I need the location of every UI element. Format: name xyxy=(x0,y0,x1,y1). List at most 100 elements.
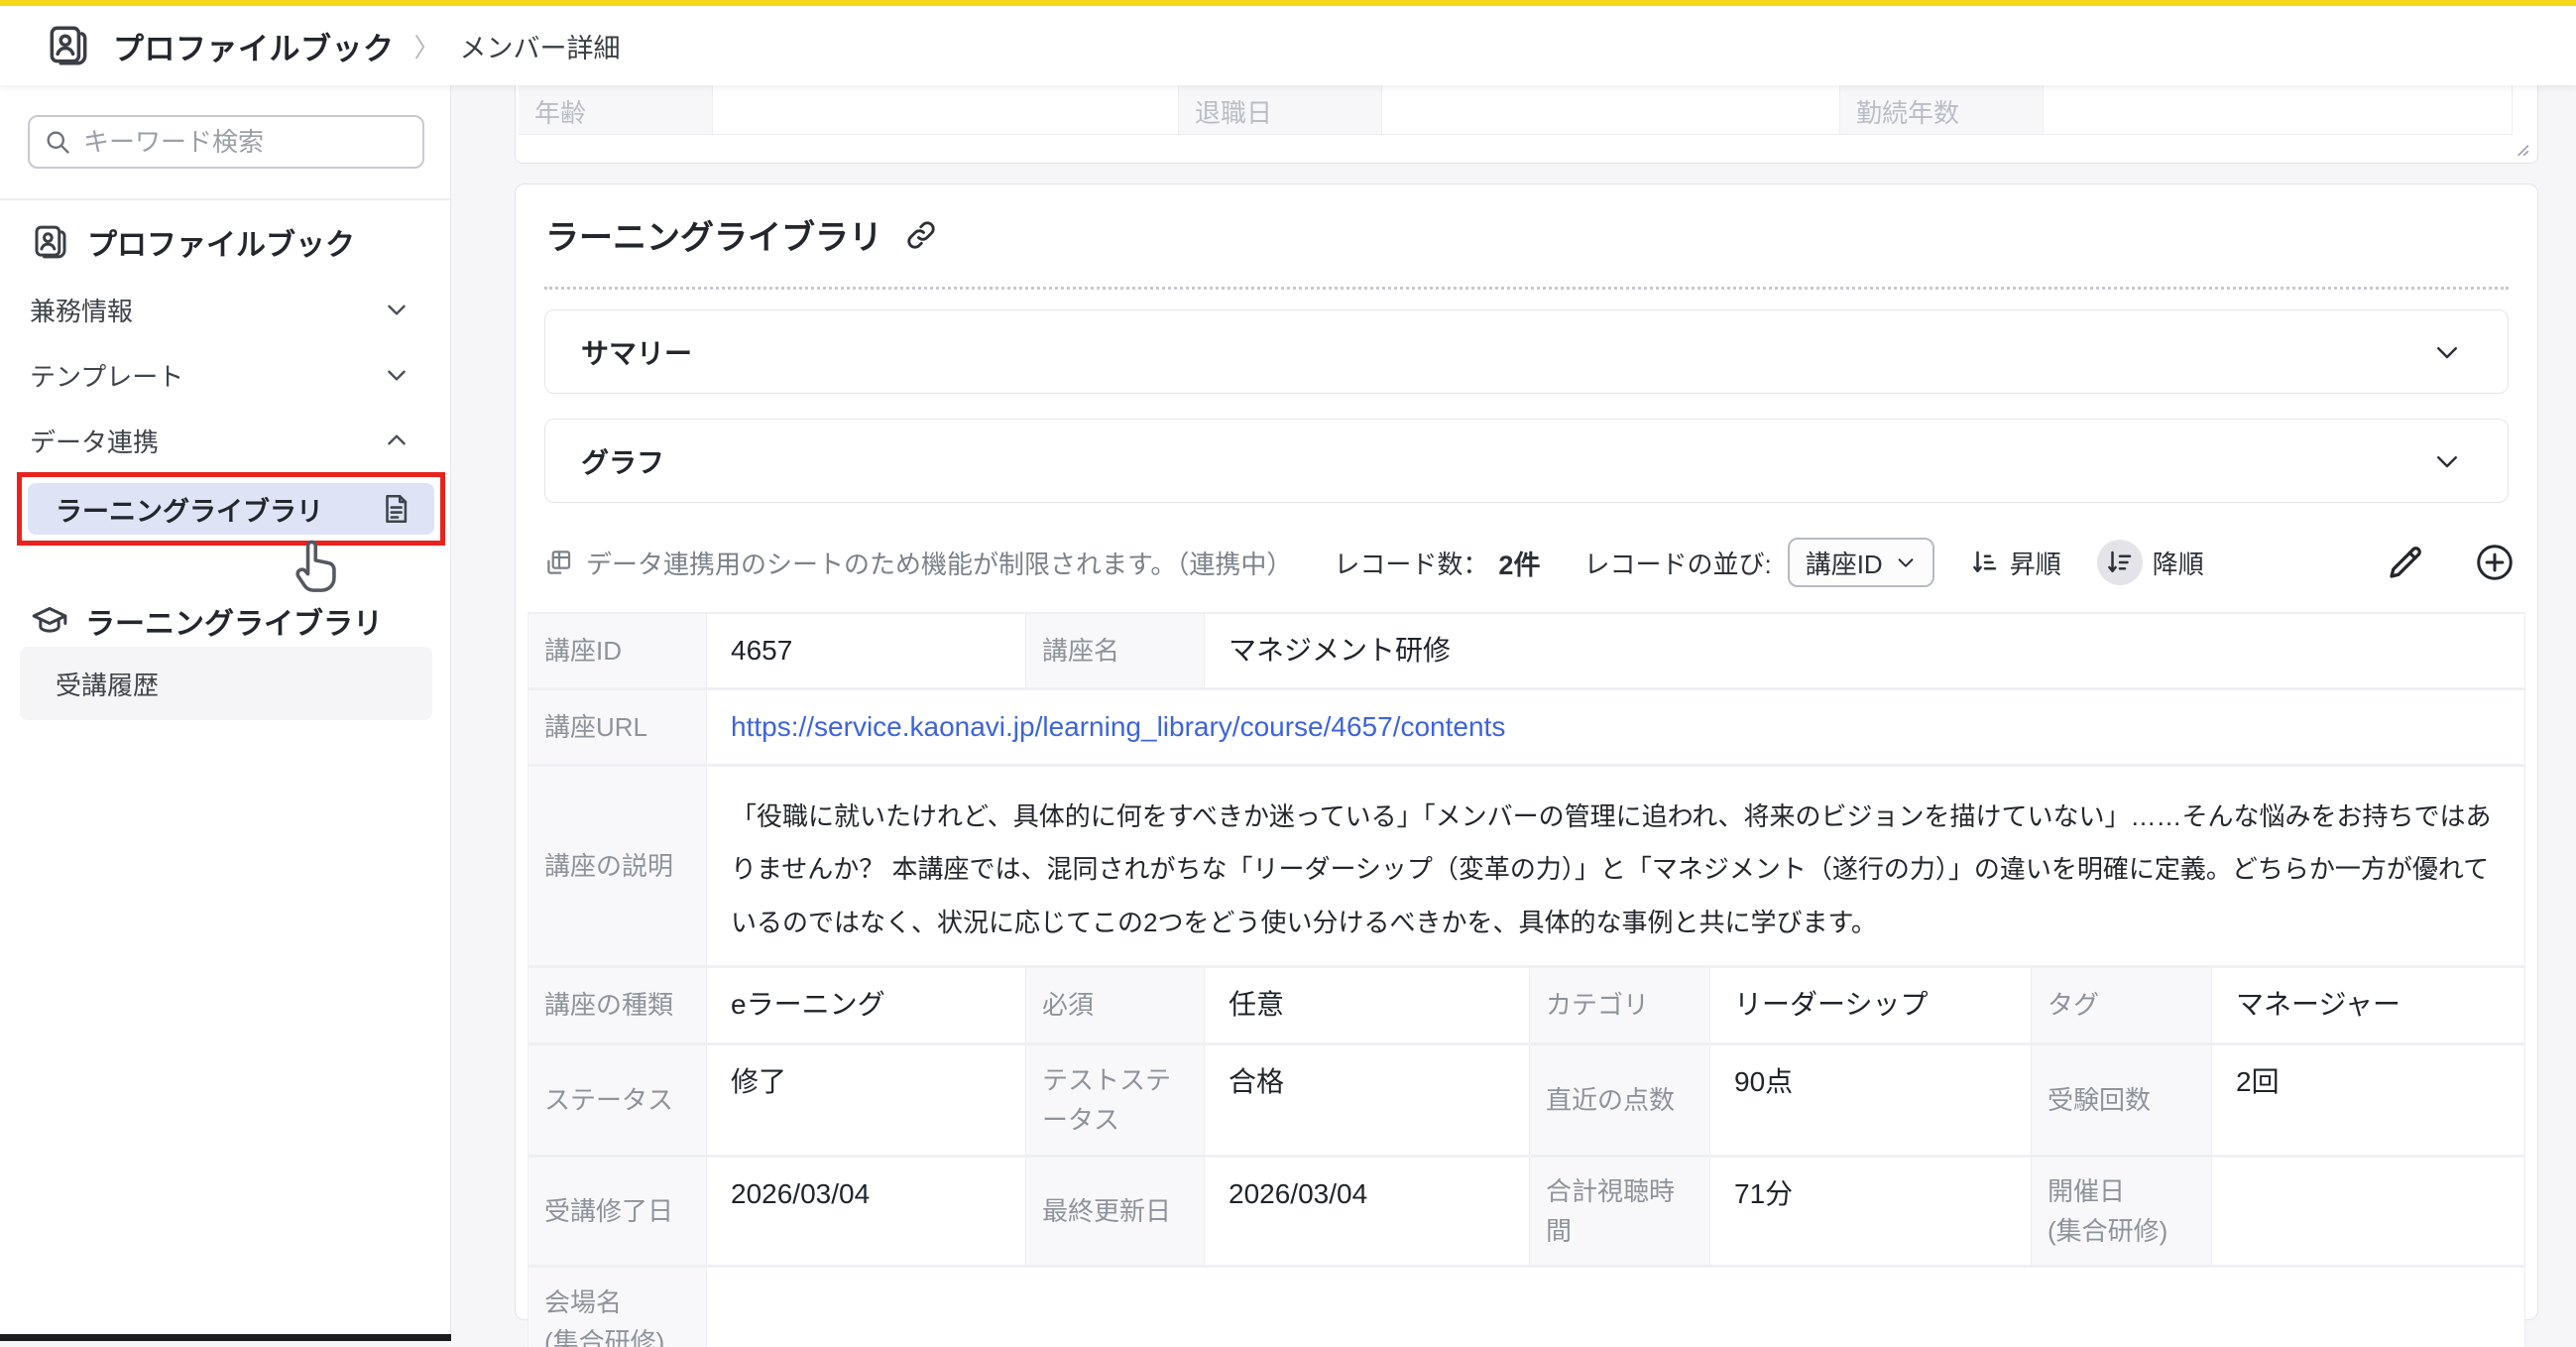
pencil-icon xyxy=(2385,542,2426,583)
profile-book-icon xyxy=(30,221,71,263)
field-value: マネジメント研修 xyxy=(1205,614,2525,687)
sidebar: プロファイルブック 兼務情報 テンプレート データ連携 ラーニングライブラリ xyxy=(0,85,451,1341)
field-value xyxy=(2044,85,2513,135)
graduation-cap-icon xyxy=(30,601,69,641)
field-label: カテゴリ xyxy=(1530,968,1710,1042)
summary-accordion[interactable]: サマリー xyxy=(544,309,2509,394)
field-value: 2回 xyxy=(2212,1045,2525,1155)
linked-sheet-icon xyxy=(544,548,574,577)
table-row: 講座ID 4657 講座名 マネジメント研修 xyxy=(527,614,2525,687)
app-header: プロファイルブック 〉 メンバー詳細 xyxy=(0,6,2576,85)
sidebar-item-label: データ連携 xyxy=(30,423,159,459)
field-value: 「役職に就いたけれど、具体的に何をすべきか迷っている」「メンバーの管理に追われ、… xyxy=(707,767,2525,965)
field-value xyxy=(1382,85,1840,135)
app-window: プロファイルブック 〉 メンバー詳細 プロファイルブック 兼務情報 テ xyxy=(0,0,2576,1347)
sidebar-item-label: 受講履歴 xyxy=(56,666,159,702)
dotted-divider xyxy=(544,287,2509,290)
graph-accordion[interactable]: グラフ xyxy=(544,419,2509,503)
sidebar-item-label: 兼務情報 xyxy=(30,292,133,328)
field-value xyxy=(713,85,1179,135)
field-label: 勤続年数 xyxy=(1840,85,2044,135)
sort-descending-label: 降順 xyxy=(2153,545,2204,581)
section-header: ラーニングライブラリ xyxy=(545,210,2508,259)
link-icon[interactable] xyxy=(904,218,938,252)
search-input[interactable] xyxy=(83,127,401,158)
profile-book-logo-icon xyxy=(44,21,93,70)
section-title: ラーニングライブラリ xyxy=(545,210,882,259)
field-label: テストステータス xyxy=(1026,1045,1205,1155)
main-content: 年齢 退職日 勤続年数 ラーニングライブラリ サ xyxy=(451,85,2576,1347)
field-label: 受講修了日 xyxy=(527,1158,707,1265)
course-url-link[interactable]: https://service.kaonavi.jp/learning_libr… xyxy=(731,711,1505,742)
edit-button[interactable] xyxy=(2385,542,2426,583)
sort-descending-icon xyxy=(2105,548,2135,577)
chevron-down-icon xyxy=(384,297,410,322)
chevron-up-icon xyxy=(384,428,410,453)
field-value: マネージャー xyxy=(2212,968,2525,1042)
sidebar-search[interactable] xyxy=(28,115,424,169)
sort-descending-button[interactable]: 降順 xyxy=(2097,540,2204,585)
accordion-title: グラフ xyxy=(581,441,664,481)
field-label: 合計視聴時間 xyxy=(1530,1158,1710,1265)
sidebar-item-label: テンプレート xyxy=(30,357,183,394)
brand-accent-bar xyxy=(0,0,2576,6)
sidebar-item-template[interactable]: テンプレート xyxy=(30,351,421,399)
breadcrumb: メンバー詳細 xyxy=(460,27,621,65)
field-label: 直近の点数 xyxy=(1530,1045,1710,1155)
sidebar-section-profilebook: プロファイルブック xyxy=(30,220,355,264)
field-label: 講座URL xyxy=(527,690,707,764)
sort-field-dropdown[interactable]: 講座ID xyxy=(1788,538,1934,587)
profile-fields-row: 年齢 退職日 勤続年数 xyxy=(519,85,2537,135)
sidebar-item-learning-library[interactable]: ラーニングライブラリ xyxy=(28,483,434,535)
field-value xyxy=(2212,1158,2525,1265)
sort-ascending-label: 昇順 xyxy=(2010,545,2061,581)
field-label: 退職日 xyxy=(1179,85,1382,135)
record-sort: レコードの並び: 講座ID xyxy=(1583,538,1933,587)
field-value: 90点 xyxy=(1710,1045,2032,1155)
search-icon xyxy=(44,128,71,156)
field-value: 任意 xyxy=(1205,968,1530,1042)
field-value: 4657 xyxy=(707,614,1026,687)
sort-ascending-button[interactable]: 昇順 xyxy=(1970,545,2061,581)
add-record-button[interactable] xyxy=(2474,542,2516,583)
field-value: リーダーシップ xyxy=(1710,968,2032,1042)
field-label: 受験回数 xyxy=(2032,1045,2212,1155)
breadcrumb-separator: 〉 xyxy=(414,28,440,64)
field-label: 必須 xyxy=(1026,968,1205,1042)
sort-descending-selected-circle xyxy=(2097,540,2143,585)
learning-library-card: ラーニングライブラリ サマリー グラフ xyxy=(515,184,2538,1320)
resize-handle-icon[interactable] xyxy=(2510,137,2531,159)
accordion-title: サマリー xyxy=(581,332,692,372)
table-row: 講座の説明 「役職に就いたけれど、具体的に何をすべきか迷っている」「メンバーの管… xyxy=(527,767,2525,965)
table-row: 会場名 (集合研修) xyxy=(527,1268,2525,1347)
record-count-label: レコード数： xyxy=(1334,545,1488,581)
sidebar-item-kenmu[interactable]: 兼務情報 xyxy=(30,286,421,333)
field-value: 71分 xyxy=(1710,1158,2032,1265)
record-toolbar: データ連携用のシートのため機能が制限されます。（連携中） レコード数： 2件 レ… xyxy=(544,535,2516,590)
field-label: 講座名 xyxy=(1026,614,1205,687)
field-label: 会場名 (集合研修) xyxy=(527,1268,707,1347)
restriction-notice: データ連携用のシートのため機能が制限されます。（連携中） xyxy=(544,545,1292,581)
profile-fields-card: 年齢 退職日 勤続年数 xyxy=(515,85,2538,164)
field-label: 年齢 xyxy=(519,85,713,135)
sort-field-value: 講座ID xyxy=(1806,545,1883,581)
record-count-value: 2件 xyxy=(1498,544,1540,582)
sidebar-divider xyxy=(0,198,450,200)
field-value: eラーニング xyxy=(707,968,1026,1042)
field-value xyxy=(707,1268,2525,1347)
sidebar-item-jukou-rireki[interactable]: 受講履歴 xyxy=(20,647,432,720)
chevron-down-icon xyxy=(1895,551,1917,573)
chevron-down-icon xyxy=(384,362,410,388)
cursor-hand-icon xyxy=(286,530,351,599)
field-label: ステータス xyxy=(527,1045,707,1155)
sidebar-item-data-renkei[interactable]: データ連携 xyxy=(30,417,421,464)
chevron-down-icon xyxy=(2432,446,2462,476)
field-label: 講座の種類 xyxy=(527,968,707,1042)
restriction-notice-text: データ連携用のシートのため機能が制限されます。（連携中） xyxy=(586,545,1292,581)
field-value: 2026/03/04 xyxy=(1205,1158,1530,1265)
sidebar-item-label: ラーニングライブラリ xyxy=(56,490,323,529)
field-label: 開催日 (集合研修) xyxy=(2032,1158,2212,1265)
sort-ascending-icon xyxy=(1970,548,2000,577)
field-value: 合格 xyxy=(1205,1045,1530,1155)
record-count: レコード数： 2件 xyxy=(1334,544,1540,582)
